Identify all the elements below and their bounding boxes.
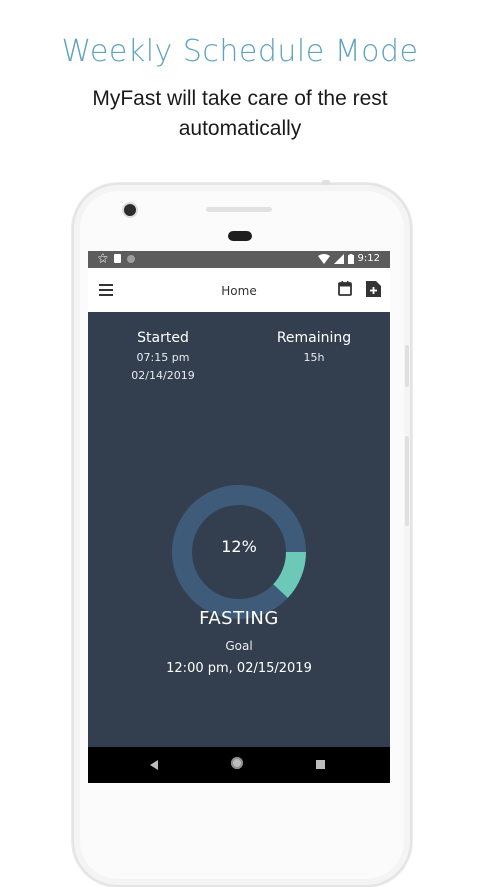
status-time: 9:12: [357, 253, 380, 264]
phone-side-button: [405, 345, 409, 387]
started-time: 07:15 pm: [136, 351, 190, 364]
calendar-icon[interactable]: [338, 281, 352, 296]
proximity-sensor: [228, 231, 252, 241]
goal-label: Goal: [225, 639, 253, 653]
phone-volume-button: [405, 436, 409, 526]
home-icon[interactable]: [231, 757, 243, 769]
sim-icon: [113, 254, 121, 263]
progress-percent: 12%: [221, 537, 257, 556]
notification-icon: ⚝: [98, 253, 108, 264]
app-bar: Home: [88, 268, 390, 312]
recents-icon[interactable]: [316, 760, 325, 769]
remaining-label: Remaining: [276, 330, 352, 346]
circle-icon: [126, 254, 135, 263]
back-icon[interactable]: [150, 760, 158, 770]
battery-icon: [347, 253, 354, 264]
earpiece-speaker: [206, 207, 272, 212]
android-nav-bar: [88, 747, 390, 783]
phone-screen: ⚝ 9:12 Home Started 07:15 pm 02/14/2019 …: [88, 251, 390, 783]
fasting-state: FASTING: [199, 608, 279, 629]
front-camera: [124, 204, 136, 216]
phone-top-button: [322, 180, 330, 185]
remaining-value: 15h: [303, 351, 325, 364]
signal-icon: [333, 253, 344, 264]
promo-title: Weekly Schedule Mode: [61, 34, 419, 69]
goal-value: 12:00 pm, 02/15/2019: [166, 661, 312, 676]
status-bar: ⚝ 9:12: [88, 251, 390, 268]
promo-subtitle: MyFast will take care of the rest automa…: [92, 87, 388, 140]
remaining-stat: Remaining 15h: [263, 330, 365, 367]
started-date: 02/14/2019: [131, 369, 195, 382]
wifi-icon: [317, 253, 330, 264]
started-label: Started: [137, 330, 189, 346]
add-note-icon[interactable]: [366, 281, 381, 297]
started-stat: Started 07:15 pm 02/14/2019: [113, 330, 213, 385]
